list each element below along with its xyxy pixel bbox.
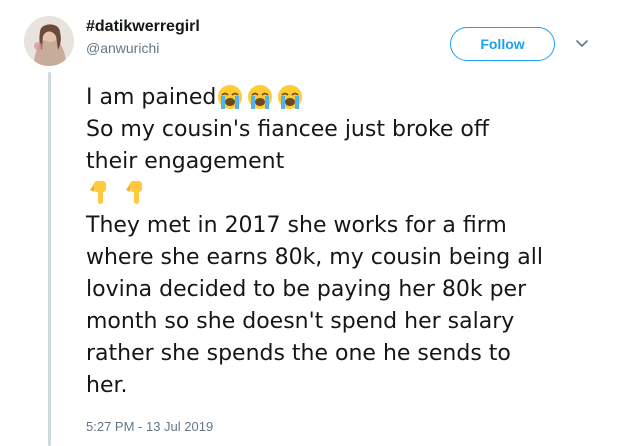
tweet-line: They met in 2017 she works for a firm xyxy=(86,213,507,238)
thread-connector-line xyxy=(48,72,51,446)
tweet-line: where she earns 80k, my cousin being all xyxy=(86,245,543,270)
author-display-name[interactable]: #datikwerregirl xyxy=(86,18,200,36)
loudly-crying-face-icon xyxy=(276,83,304,111)
tweet-timestamp[interactable]: 5:27 PM - 13 Jul 2019 xyxy=(86,419,213,434)
author-handle[interactable]: @anwurichi xyxy=(86,40,159,56)
tweet-line: I am pained xyxy=(86,82,596,114)
follow-button[interactable]: Follow xyxy=(450,27,555,61)
tweet-line: rather she spends the one he sends to xyxy=(86,341,511,366)
tweet-line: her. xyxy=(86,373,128,398)
pointing-down-icon xyxy=(86,178,114,206)
avatar[interactable] xyxy=(24,16,74,66)
loudly-crying-face-icon xyxy=(246,83,274,111)
tweet-line: their engagement xyxy=(86,149,285,174)
tweet-line: month so she doesn't spend her salary xyxy=(86,309,515,334)
chevron-down-icon[interactable] xyxy=(572,34,592,54)
tweet-text: I am pained So my cousin's fiancee just … xyxy=(86,82,596,402)
emoji-line xyxy=(86,178,596,210)
tweet-line: So my cousin's fiancee just broke off xyxy=(86,117,490,142)
pointing-down-icon xyxy=(122,178,150,206)
tweet-line: lovina decided to be paying her 80k per xyxy=(86,277,527,302)
loudly-crying-face-icon xyxy=(216,83,244,111)
